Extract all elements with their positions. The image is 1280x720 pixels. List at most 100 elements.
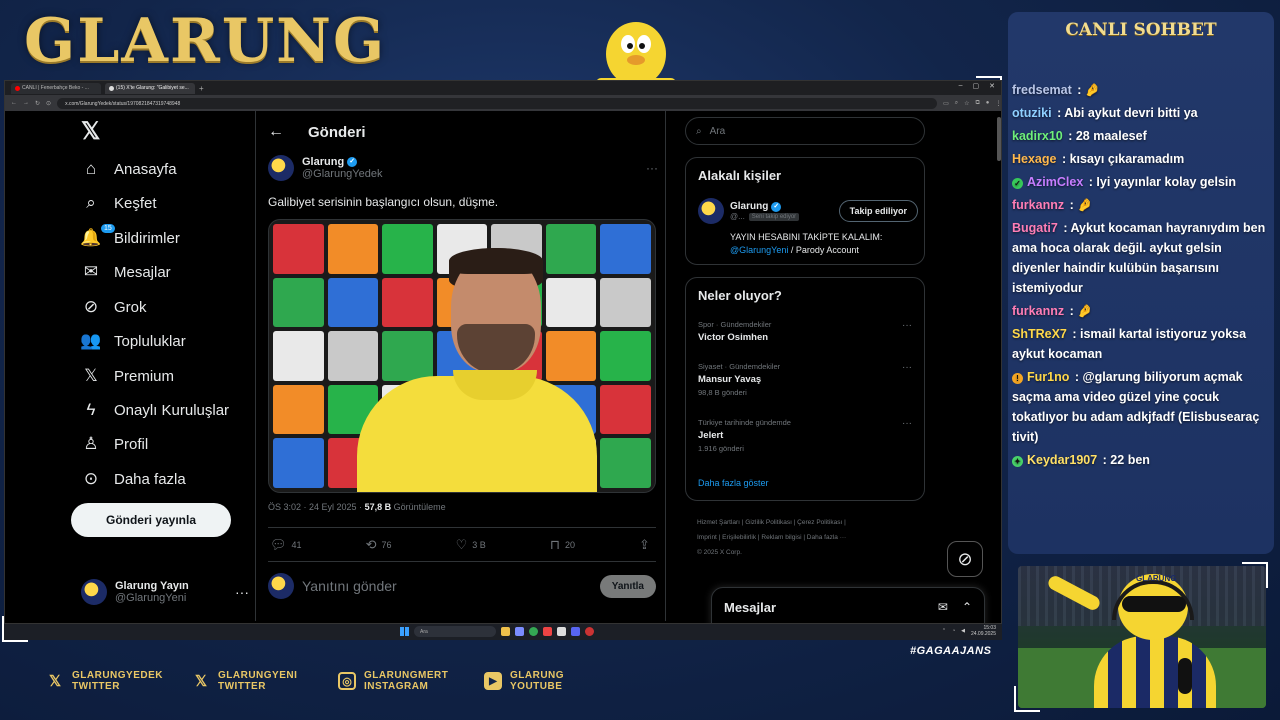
browser-tab[interactable]: CANLI | Fenerbahçe Beko - ... [11, 82, 101, 94]
nav-item-daha-fazla[interactable]: ⊙ Daha fazla [81, 469, 186, 489]
grok-icon: ⊘ [83, 297, 99, 316]
nav-item-keşfet[interactable]: ⌕ Keşfet [81, 193, 156, 213]
app-icon[interactable] [557, 627, 566, 636]
bookmark-star-icon[interactable]: ☆ [964, 100, 969, 107]
trend-item[interactable]: Spor · Gündemdekiler Victor Osimhen ··· [698, 320, 918, 343]
author-handle[interactable]: @GlarungYedek [302, 168, 382, 180]
windows-start-icon[interactable] [400, 627, 409, 636]
chat-username[interactable]: Fur1no [1027, 370, 1069, 384]
nav-item-topluluklar[interactable]: 👥 Topluluklar [80, 331, 185, 351]
forward-icon[interactable]: → [23, 100, 29, 106]
account-switcher[interactable]: Glarung Yayın @GlarungYeni ··· [81, 579, 249, 605]
new-tab-button[interactable]: + [199, 84, 204, 93]
tab-bar: CANLI | Fenerbahçe Beko - ... (15) X'te … [5, 81, 1001, 95]
channel-brand-logo: GLARUNG [24, 6, 387, 76]
chat-username[interactable]: Hexage [1012, 152, 1056, 166]
chat-username[interactable]: fredsemat [1012, 83, 1072, 97]
reply-submit-button[interactable]: Yanıtla [599, 574, 656, 598]
chat-username[interactable]: AzimClex [1027, 175, 1083, 189]
chat-username[interactable]: furkannz [1012, 304, 1064, 318]
chevron-up-icon[interactable]: ⌃ [942, 628, 946, 634]
nav-item-profil[interactable]: ♙ Profil [81, 434, 148, 454]
profile-avatar-icon[interactable]: ● [986, 100, 990, 107]
nav-item-bildirimler[interactable]: 🔔 15 Bildirimler [80, 224, 180, 248]
taskbar-search[interactable]: Ara [414, 626, 496, 637]
related-user[interactable]: Glarung ✓ @... Seni takip ediyor Takip e… [698, 198, 918, 224]
more-dots-icon[interactable]: ··· [902, 418, 912, 429]
chat-username[interactable]: Keydar1907 [1027, 453, 1097, 467]
trend-item[interactable]: Türkiye tarihinde gündemde Jelert 1.916 gö… [698, 418, 918, 453]
post-button[interactable]: Gönderi yayınla [71, 503, 231, 537]
more-dots-icon[interactable]: ··· [646, 161, 658, 175]
reply-button[interactable]: 💬︎ 41 [270, 537, 302, 553]
more-dots-icon[interactable]: ··· [902, 320, 912, 331]
nav-item-grok[interactable]: ⊘ Grok [81, 297, 147, 317]
nav-item-premium[interactable]: 𝕏 Premium [81, 366, 174, 386]
cast-icon[interactable]: ▭ [943, 100, 949, 107]
app-icon[interactable] [543, 627, 552, 636]
zoom-icon[interactable]: ⌕ [955, 100, 958, 107]
grok-icon: ⊘ [957, 548, 973, 569]
obs-icon[interactable] [585, 627, 594, 636]
volume-icon[interactable]: ◀ [961, 628, 965, 634]
grok-fab-button[interactable]: ⊘ [947, 541, 983, 577]
file-explorer-icon[interactable] [501, 627, 510, 636]
avatar[interactable] [268, 155, 294, 181]
following-button[interactable]: Takip ediliyor [838, 200, 918, 222]
nav-item-onaylı-kuruluşlar[interactable]: ϟ Onaylı Kuruluşlar [81, 400, 230, 420]
author-name[interactable]: Glarung ✓ [302, 156, 382, 168]
messages-drawer[interactable]: Mesajlar ✉ ⌃ [711, 587, 985, 623]
footer-line[interactable]: Imprint | Erişilebilirlik | Reklam bilgi… [697, 530, 917, 545]
site-info-icon[interactable]: ⊙ [46, 100, 51, 107]
show-more-link[interactable]: Daha fazla göster [698, 478, 769, 488]
app-icon[interactable] [515, 627, 524, 636]
bio-link[interactable]: @GlarungYeni [730, 245, 788, 255]
footer-line[interactable]: Hizmet Şartları | Gizlilik Politikası | … [697, 515, 917, 530]
extensions-icon[interactable]: ⧉ [976, 100, 980, 107]
back-icon[interactable]: ← [11, 100, 17, 106]
bookmark-button[interactable]: ⊓ 20 [550, 537, 575, 553]
reload-icon[interactable]: ↻ [35, 100, 40, 107]
x-logo-icon[interactable]: 𝕏 [81, 117, 100, 146]
more-dots-icon[interactable]: ··· [235, 584, 249, 600]
nav-item-mesajlar[interactable]: ✉ Mesajlar [81, 262, 171, 282]
wifi-icon[interactable]: ◔ [952, 628, 955, 634]
trend-name: Jelert [698, 430, 724, 441]
more-dots-icon[interactable]: ··· [902, 362, 912, 373]
chat-username[interactable]: kadirx10 [1012, 129, 1063, 143]
tab-label: (15) X'te Glarung: "Galibiyet se... [116, 85, 189, 91]
browser-tab-active[interactable]: (15) X'te Glarung: "Galibiyet se... [105, 82, 195, 94]
tweet-media-image[interactable] [268, 219, 656, 493]
chat-username[interactable]: ShTReX7 [1012, 327, 1067, 341]
repost-button[interactable]: ⟲ 76 [366, 537, 392, 553]
chrome-icon[interactable] [529, 627, 538, 636]
related-people-box: Alakalı kişiler Glarung ✓ @... Seni taki… [685, 157, 925, 265]
close-icon[interactable]: ✕ [989, 82, 995, 90]
back-arrow-icon[interactable]: ← [268, 123, 284, 141]
trend-item[interactable]: Siyaset · Gündemdekiler Mansur Yavaş 98,8 … [698, 362, 918, 397]
nav-item-anasayfa[interactable]: ⌂ Anasayfa [81, 159, 177, 179]
like-button[interactable]: ♡ 3 B [456, 537, 486, 553]
nav-item-label: Bildirimler [114, 229, 180, 247]
chat-username[interactable]: otuziki [1012, 106, 1052, 120]
scrollbar[interactable] [997, 117, 1001, 161]
minimize-icon[interactable]: – [959, 82, 963, 90]
nav-item-label: Profil [114, 435, 149, 453]
follows-you-badge: Seni takip ediyor [748, 212, 800, 221]
maximize-icon[interactable]: ▢ [973, 82, 980, 90]
avatar [81, 579, 107, 605]
home-icon: ⌂ [85, 159, 97, 178]
discord-icon[interactable] [571, 627, 580, 636]
chat-username[interactable]: Bugati7 [1012, 221, 1058, 235]
chat-username[interactable]: furkannz [1012, 198, 1064, 212]
reply-input[interactable]: Yanıtını gönder [302, 578, 397, 594]
share-button[interactable]: ⇪ [639, 537, 650, 553]
account-name: Glarung Yayın [115, 580, 189, 592]
expand-up-icon[interactable]: ⌃ [962, 600, 972, 614]
new-message-icon[interactable]: ✉ [938, 600, 948, 614]
menu-kebab-icon[interactable]: ⋮ [995, 100, 1001, 107]
search-input[interactable]: ⌕ Ara [685, 117, 925, 145]
url-field[interactable]: x.com/GlarungYedek/status/19708218473197… [57, 97, 938, 109]
system-clock[interactable]: 15:03 24.09.2025 [971, 625, 996, 637]
tweet-timestamp[interactable]: ÖS 3:02 · 24 Eyl 2025 · [268, 502, 365, 512]
